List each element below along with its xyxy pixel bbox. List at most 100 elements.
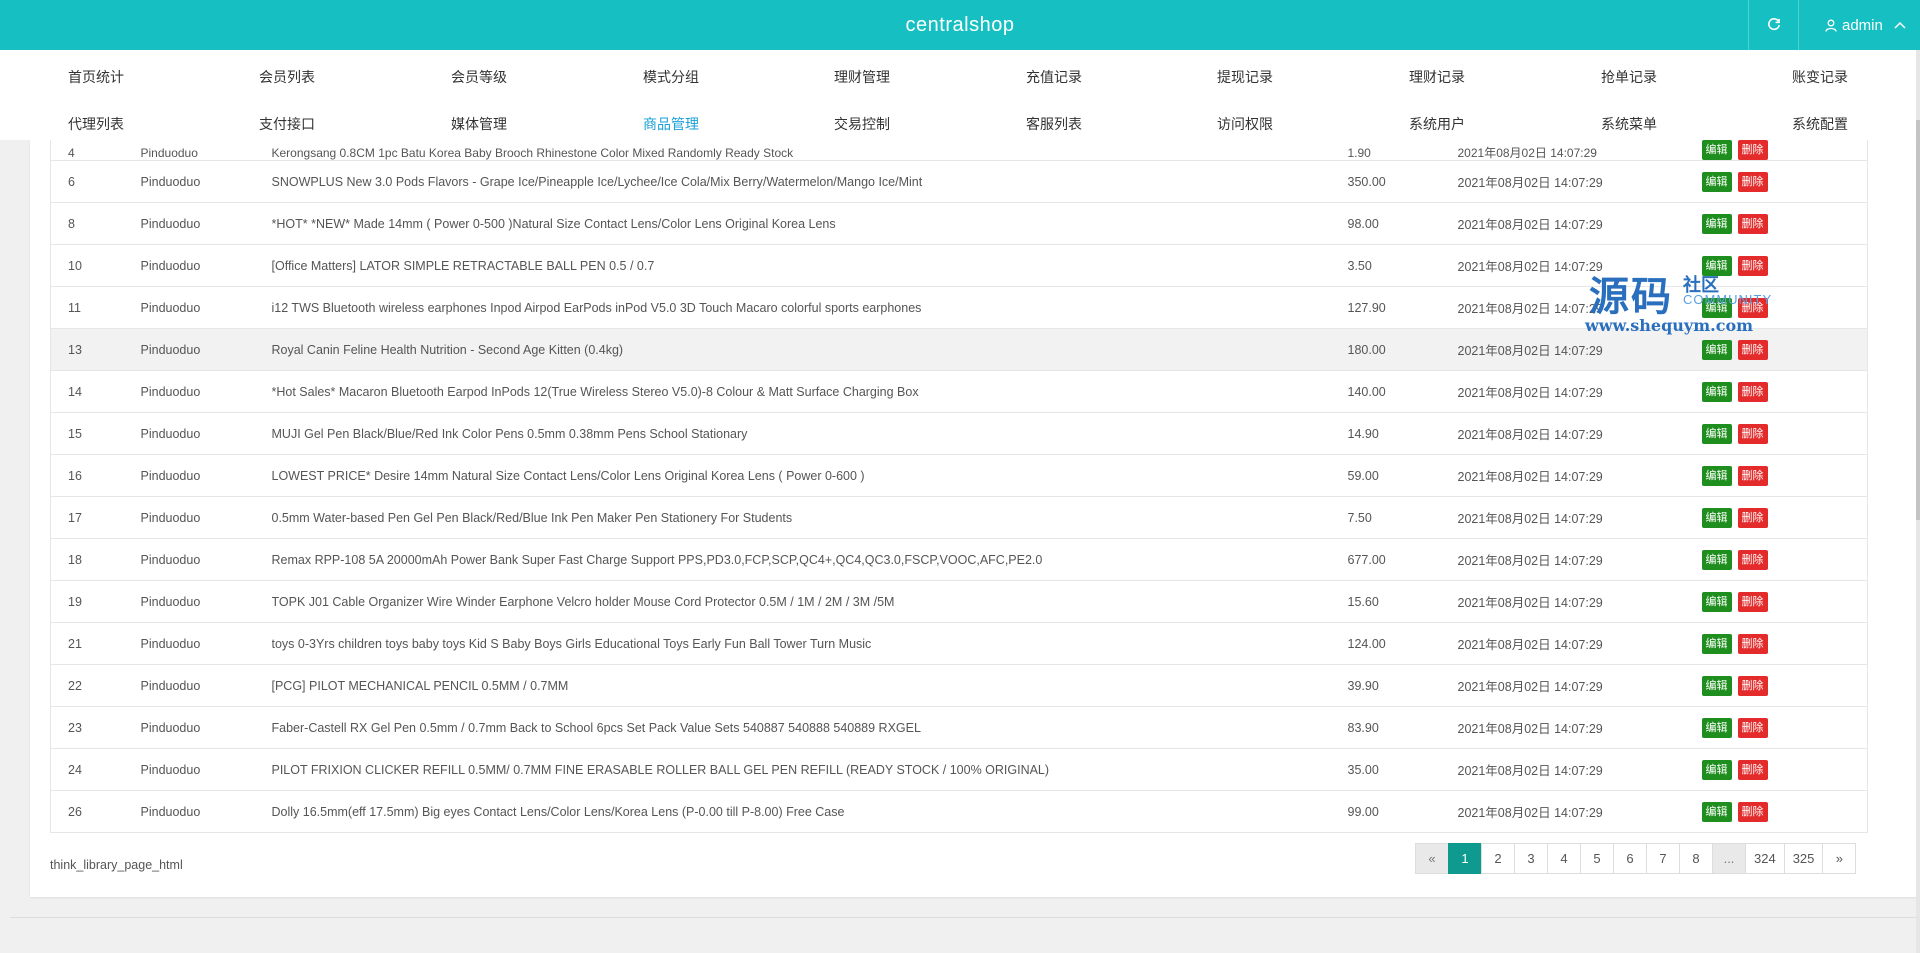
menu-item-sys-config[interactable]: 系统配置: [1792, 114, 1848, 134]
edit-button[interactable]: 编辑: [1701, 465, 1732, 486]
menu-item-trade-control[interactable]: 交易控制: [834, 114, 890, 134]
edit-button[interactable]: 编辑: [1701, 801, 1732, 822]
delete-button[interactable]: 删除: [1737, 675, 1768, 696]
menu-item-finance-record[interactable]: 理财记录: [1409, 67, 1465, 87]
edit-button[interactable]: 编辑: [1701, 339, 1732, 360]
delete-button[interactable]: 删除: [1737, 591, 1768, 612]
delete-button[interactable]: 删除: [1737, 507, 1768, 528]
row-shop: Pinduoduo: [140, 622, 272, 665]
menu-item-agent-list[interactable]: 代理列表: [68, 114, 124, 134]
delete-button[interactable]: 删除: [1737, 549, 1768, 570]
menu-item-media[interactable]: 媒体管理: [451, 114, 507, 134]
prev-page-button[interactable]: «: [1415, 843, 1449, 874]
row-time: 2021年08月02日 14:07:29: [1457, 160, 1702, 203]
row-id: 4: [50, 140, 141, 161]
table-row: 14 Pinduoduo *Hot Sales* Macaron Bluetooth…: [50, 370, 1868, 413]
page-button[interactable]: 325: [1783, 843, 1824, 874]
table-row: 6 Pinduoduo SNOWPLUS New 3.0 Pods Flavors …: [50, 160, 1868, 203]
menu-item-finance[interactable]: 理财管理: [834, 67, 890, 87]
menu-item-grab-order[interactable]: 抢单记录: [1601, 67, 1657, 87]
row-id: 14: [50, 370, 141, 413]
delete-button[interactable]: 删除: [1737, 213, 1768, 234]
page-button[interactable]: 3: [1514, 843, 1548, 874]
row-time: 2021年08月02日 14:07:29: [1457, 790, 1702, 833]
edit-button[interactable]: 编辑: [1701, 140, 1732, 160]
edit-button[interactable]: 编辑: [1701, 381, 1732, 402]
edit-button[interactable]: 编辑: [1701, 591, 1732, 612]
edit-button[interactable]: 编辑: [1701, 717, 1732, 738]
delete-button[interactable]: 删除: [1737, 140, 1768, 160]
delete-button[interactable]: 删除: [1737, 717, 1768, 738]
row-id: 6: [50, 160, 141, 203]
delete-button[interactable]: 删除: [1737, 759, 1768, 780]
delete-button[interactable]: 删除: [1737, 801, 1768, 822]
row-actions: 编辑 删除: [1701, 244, 1868, 287]
refresh-icon: [1767, 18, 1780, 31]
row-shop: Pinduoduo: [140, 244, 272, 287]
app-title: centralshop: [905, 14, 1015, 36]
table-row: 18 Pinduoduo Remax RPP-108 5A 20000mAh Pow…: [50, 538, 1868, 581]
row-shop: Pinduoduo: [140, 748, 272, 791]
table-row: 26 Pinduoduo Dolly 16.5mm(eff 17.5mm) Big …: [50, 790, 1868, 833]
scrollbar-thumb[interactable]: [1916, 120, 1920, 520]
menu-item-member-level[interactable]: 会员等级: [451, 67, 507, 87]
table-row: 22 Pinduoduo [PCG] PILOT MECHANICAL PENCIL…: [50, 664, 1868, 707]
edit-button[interactable]: 编辑: [1701, 255, 1732, 276]
table-row: 19 Pinduoduo TOPK J01 Cable Organizer Wire…: [50, 580, 1868, 623]
row-name: Royal Canin Feline Health Nutrition - Se…: [271, 328, 1348, 371]
content-card: 4 Pinduoduo Kerongsang 0.8CM 1pc Batu Kore…: [30, 140, 1920, 897]
delete-button[interactable]: 删除: [1737, 297, 1768, 318]
menu-item-sys-user[interactable]: 系统用户: [1409, 114, 1465, 134]
user-menu[interactable]: admin: [1798, 0, 1920, 50]
menu-item-goods[interactable]: 商品管理: [643, 114, 699, 134]
table-row: 4 Pinduoduo Kerongsang 0.8CM 1pc Batu Kore…: [50, 140, 1868, 161]
menu-item-service-list[interactable]: 客服列表: [1026, 114, 1082, 134]
delete-button[interactable]: 删除: [1737, 633, 1768, 654]
menu-item-mode-group[interactable]: 模式分组: [643, 67, 699, 87]
page-button[interactable]: 324: [1745, 843, 1785, 874]
row-id: 26: [50, 790, 141, 833]
next-page-button[interactable]: »: [1822, 843, 1857, 874]
menu-item-access[interactable]: 访问权限: [1217, 114, 1273, 134]
menu-item-home-stats[interactable]: 首页统计: [68, 67, 124, 87]
row-time: 2021年08月02日 14:07:29: [1457, 664, 1702, 707]
page-button[interactable]: 8: [1679, 843, 1713, 874]
menu-item-balance-change[interactable]: 账变记录: [1792, 67, 1848, 87]
edit-button[interactable]: 编辑: [1701, 633, 1732, 654]
page-button[interactable]: 2: [1481, 843, 1515, 874]
edit-button[interactable]: 编辑: [1701, 507, 1732, 528]
table-row: 21 Pinduoduo toys 0-3Yrs children toys bab…: [50, 622, 1868, 665]
delete-button[interactable]: 删除: [1737, 423, 1768, 444]
page-button[interactable]: 1: [1448, 843, 1482, 874]
table-row: 10 Pinduoduo [Office Matters] LATOR SIMPLE…: [50, 244, 1868, 287]
delete-button[interactable]: 删除: [1737, 381, 1768, 402]
row-name: [Office Matters] LATOR SIMPLE RETRACTABL…: [271, 244, 1348, 287]
page-button[interactable]: 7: [1646, 843, 1680, 874]
edit-button[interactable]: 编辑: [1701, 171, 1732, 192]
menu-item-member-list[interactable]: 会员列表: [259, 67, 315, 87]
edit-button[interactable]: 编辑: [1701, 213, 1732, 234]
edit-button[interactable]: 编辑: [1701, 549, 1732, 570]
page-button[interactable]: 4: [1547, 843, 1581, 874]
bottom-divider: [10, 917, 1916, 918]
refresh-button[interactable]: [1748, 0, 1798, 50]
row-name: i12 TWS Bluetooth wireless earphones Inp…: [271, 286, 1348, 329]
menu-item-recharge[interactable]: 充值记录: [1026, 67, 1082, 87]
page-button[interactable]: 5: [1580, 843, 1614, 874]
menu-item-sys-menu[interactable]: 系统菜单: [1601, 114, 1657, 134]
menu-item-withdraw[interactable]: 提现记录: [1217, 67, 1273, 87]
delete-button[interactable]: 删除: [1737, 465, 1768, 486]
row-actions: 编辑 删除: [1701, 580, 1868, 623]
edit-button[interactable]: 编辑: [1701, 675, 1732, 696]
row-name: PILOT FRIXION CLICKER REFILL 0.5MM/ 0.7M…: [271, 748, 1348, 791]
delete-button[interactable]: 删除: [1737, 339, 1768, 360]
delete-button[interactable]: 删除: [1737, 171, 1768, 192]
page-button[interactable]: 6: [1613, 843, 1647, 874]
delete-button[interactable]: 删除: [1737, 255, 1768, 276]
menu-item-payment[interactable]: 支付接口: [259, 114, 315, 134]
edit-button[interactable]: 编辑: [1701, 423, 1732, 444]
edit-button[interactable]: 编辑: [1701, 297, 1732, 318]
row-price: 1.90: [1347, 140, 1458, 161]
user-icon: [1825, 19, 1837, 32]
edit-button[interactable]: 编辑: [1701, 759, 1732, 780]
